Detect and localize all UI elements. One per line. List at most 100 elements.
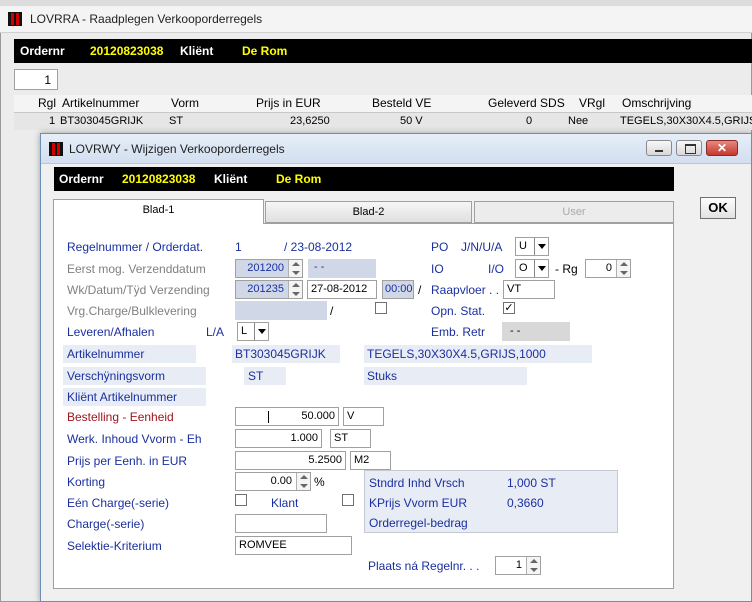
stndrd-label: Stndrd Inhd Vrsch	[369, 476, 465, 490]
dialog-client-value: De Rom	[276, 172, 322, 186]
bestelling-label: Bestelling - Eenheid	[67, 410, 174, 424]
dialog-titlebar[interactable]: LOVRWY - Wijzigen Verkooporderregels ✕	[41, 134, 751, 164]
opn-label: Opn. Stat.	[431, 304, 486, 318]
selektie-field[interactable]: ROMVEE	[235, 536, 352, 555]
col-artikelnummer[interactable]: Artikelnummer	[62, 96, 139, 110]
col-rgl[interactable]: Rgl	[38, 96, 56, 110]
rg-label: - Rg	[555, 262, 578, 276]
tab-blad-2[interactable]: Blad-2	[265, 201, 472, 223]
werk-unit-field[interactable]: ST	[330, 429, 371, 448]
tab-blad-1[interactable]: Blad-1	[53, 199, 264, 224]
wk-label: Wk/Datum/Tÿd Verzending	[67, 283, 210, 297]
een-label: Eén Charge(-serie)	[67, 496, 170, 510]
charge-label: Charge(-serie)	[67, 517, 145, 531]
client-label: Kliënt	[180, 44, 214, 58]
client-value: De Rom	[242, 44, 288, 58]
prijs-unit-field[interactable]: M2	[350, 451, 391, 470]
chevron-down-icon	[254, 323, 268, 340]
raapvloer-field[interactable]: VT	[503, 280, 555, 299]
rg-field[interactable]: 0	[585, 259, 631, 278]
emb-field: - -	[502, 322, 570, 341]
prijs-field[interactable]: 5.2500	[235, 451, 346, 470]
time-field[interactable]: 00:00	[382, 280, 414, 299]
checkmark-icon: ✓	[504, 302, 514, 314]
col-vorm[interactable]: Vorm	[171, 96, 199, 110]
chevron-down-icon	[534, 260, 548, 277]
col-prijs[interactable]: Prijs in EUR	[256, 96, 321, 110]
row-prijs: 23,6250	[290, 115, 330, 127]
bestelling-unit-field[interactable]: V	[343, 407, 384, 426]
maximize-button[interactable]	[676, 140, 702, 156]
rg-spinner-icon[interactable]	[616, 260, 630, 277]
vrg-field[interactable]	[235, 301, 327, 320]
wk-value: 201235	[247, 283, 284, 295]
kprijs-label: KPrijs Vvorm EUR	[369, 496, 468, 510]
minimize-button[interactable]	[646, 140, 672, 156]
regelnummer-label: Regelnummer / Orderdat.	[67, 240, 204, 254]
eerst-label: Eerst mog. Verzenddatum	[67, 262, 206, 276]
vrg-label: Vrg.Charge/Bulklevering	[67, 304, 197, 318]
leveren-label: Leveren/Afhalen	[67, 325, 155, 339]
vorm-value: ST	[248, 369, 264, 383]
plaats-value: 1	[515, 559, 522, 571]
korting-label: Korting	[67, 475, 106, 489]
vrg-checkbox[interactable]	[375, 302, 387, 314]
io-label: IO	[431, 262, 444, 276]
korting-unit: %	[314, 475, 325, 489]
orderregel-label: Orderregel-bedrag	[369, 516, 468, 530]
eerst-spinner-icon[interactable]	[288, 260, 302, 277]
raapvloer-label: Raapvloer . .	[431, 283, 500, 297]
jnua-select[interactable]: U	[515, 237, 549, 256]
col-omschrijving[interactable]: Omschrijving	[622, 96, 691, 110]
la-select-value: L	[241, 325, 248, 337]
row-omschrijving: TEGELS,30X30X4.5,GRIJS	[620, 115, 752, 127]
io-select[interactable]: O	[515, 259, 549, 278]
col-besteld[interactable]: Besteld VE	[372, 96, 431, 110]
korting-field[interactable]: 0.00	[235, 472, 311, 491]
plaats-field[interactable]: 1	[495, 556, 541, 575]
tab-user[interactable]: User	[474, 201, 674, 223]
io-select-value: O	[519, 262, 528, 274]
opn-checkbox[interactable]: ✓	[503, 302, 515, 314]
dialog-title: LOVRWY - Wijzigen Verkooporderregels	[69, 142, 285, 156]
werk-field[interactable]: 1.000	[235, 429, 322, 448]
close-button[interactable]: ✕	[706, 140, 738, 156]
klant-checkbox[interactable]	[342, 494, 354, 506]
dialog-ordernr-label: Ordernr	[59, 172, 104, 186]
row-geleverd: 0	[526, 115, 533, 127]
order-header-bar: Ordernr 20120823038 Kliënt De Rom	[14, 39, 752, 63]
ok-button[interactable]: OK	[700, 197, 736, 219]
vrg-slash: /	[330, 304, 334, 318]
bestelling-field[interactable]: 50.000	[235, 407, 339, 426]
col-vrgl[interactable]: VRgl	[579, 96, 605, 110]
emb-label: Emb. Retr	[431, 325, 486, 339]
eerst-field[interactable]: 201200	[235, 259, 303, 278]
plaats-spinner-icon[interactable]	[526, 557, 540, 574]
table-row[interactable]: 1 BT303045GRIJK ST 23,6250 50 V 0 Nee TE…	[14, 113, 752, 130]
background-window-title: LOVRRA - Raadplegen Verkooporderregels	[30, 12, 263, 26]
orderdat-value: / 23-08-2012	[284, 240, 353, 254]
page-number-field[interactable]: 1	[14, 69, 58, 90]
vorm-label: Verschÿningsvorm	[67, 369, 166, 383]
stndrd-value: 1,000 ST	[507, 476, 556, 490]
maximize-icon	[685, 144, 696, 154]
wk-field[interactable]: 201235	[235, 280, 303, 299]
dialog-app-icon	[49, 142, 63, 156]
date-field[interactable]: 27-08-2012	[307, 280, 377, 299]
table-header: Rgl Artikelnummer Vorm Prijs in EUR Best…	[14, 95, 752, 113]
wk-spinner-icon[interactable]	[288, 281, 302, 298]
korting-spinner-icon[interactable]	[296, 473, 310, 490]
col-geleverd[interactable]: Geleverd SDS	[488, 96, 565, 110]
charge-field[interactable]	[235, 514, 327, 533]
plaats-label: Plaats ná Regelnr. . .	[368, 559, 480, 573]
la-select[interactable]: L	[237, 322, 269, 341]
artikel-desc: TEGELS,30X30X4.5,GRIJS,1000	[367, 347, 546, 361]
een-checkbox[interactable]	[235, 494, 247, 506]
dialog-ordernr-value: 20120823038	[122, 172, 196, 186]
chevron-down-icon	[534, 238, 548, 255]
row-besteld: 50 V	[400, 115, 423, 127]
background-window-titlebar[interactable]: LOVRRA - Raadplegen Verkooporderregels	[0, 6, 752, 33]
jnua-label: J/N/U/A	[461, 240, 503, 254]
row-vrgl: Nee	[568, 115, 589, 127]
row-rgl: 1	[49, 115, 56, 127]
